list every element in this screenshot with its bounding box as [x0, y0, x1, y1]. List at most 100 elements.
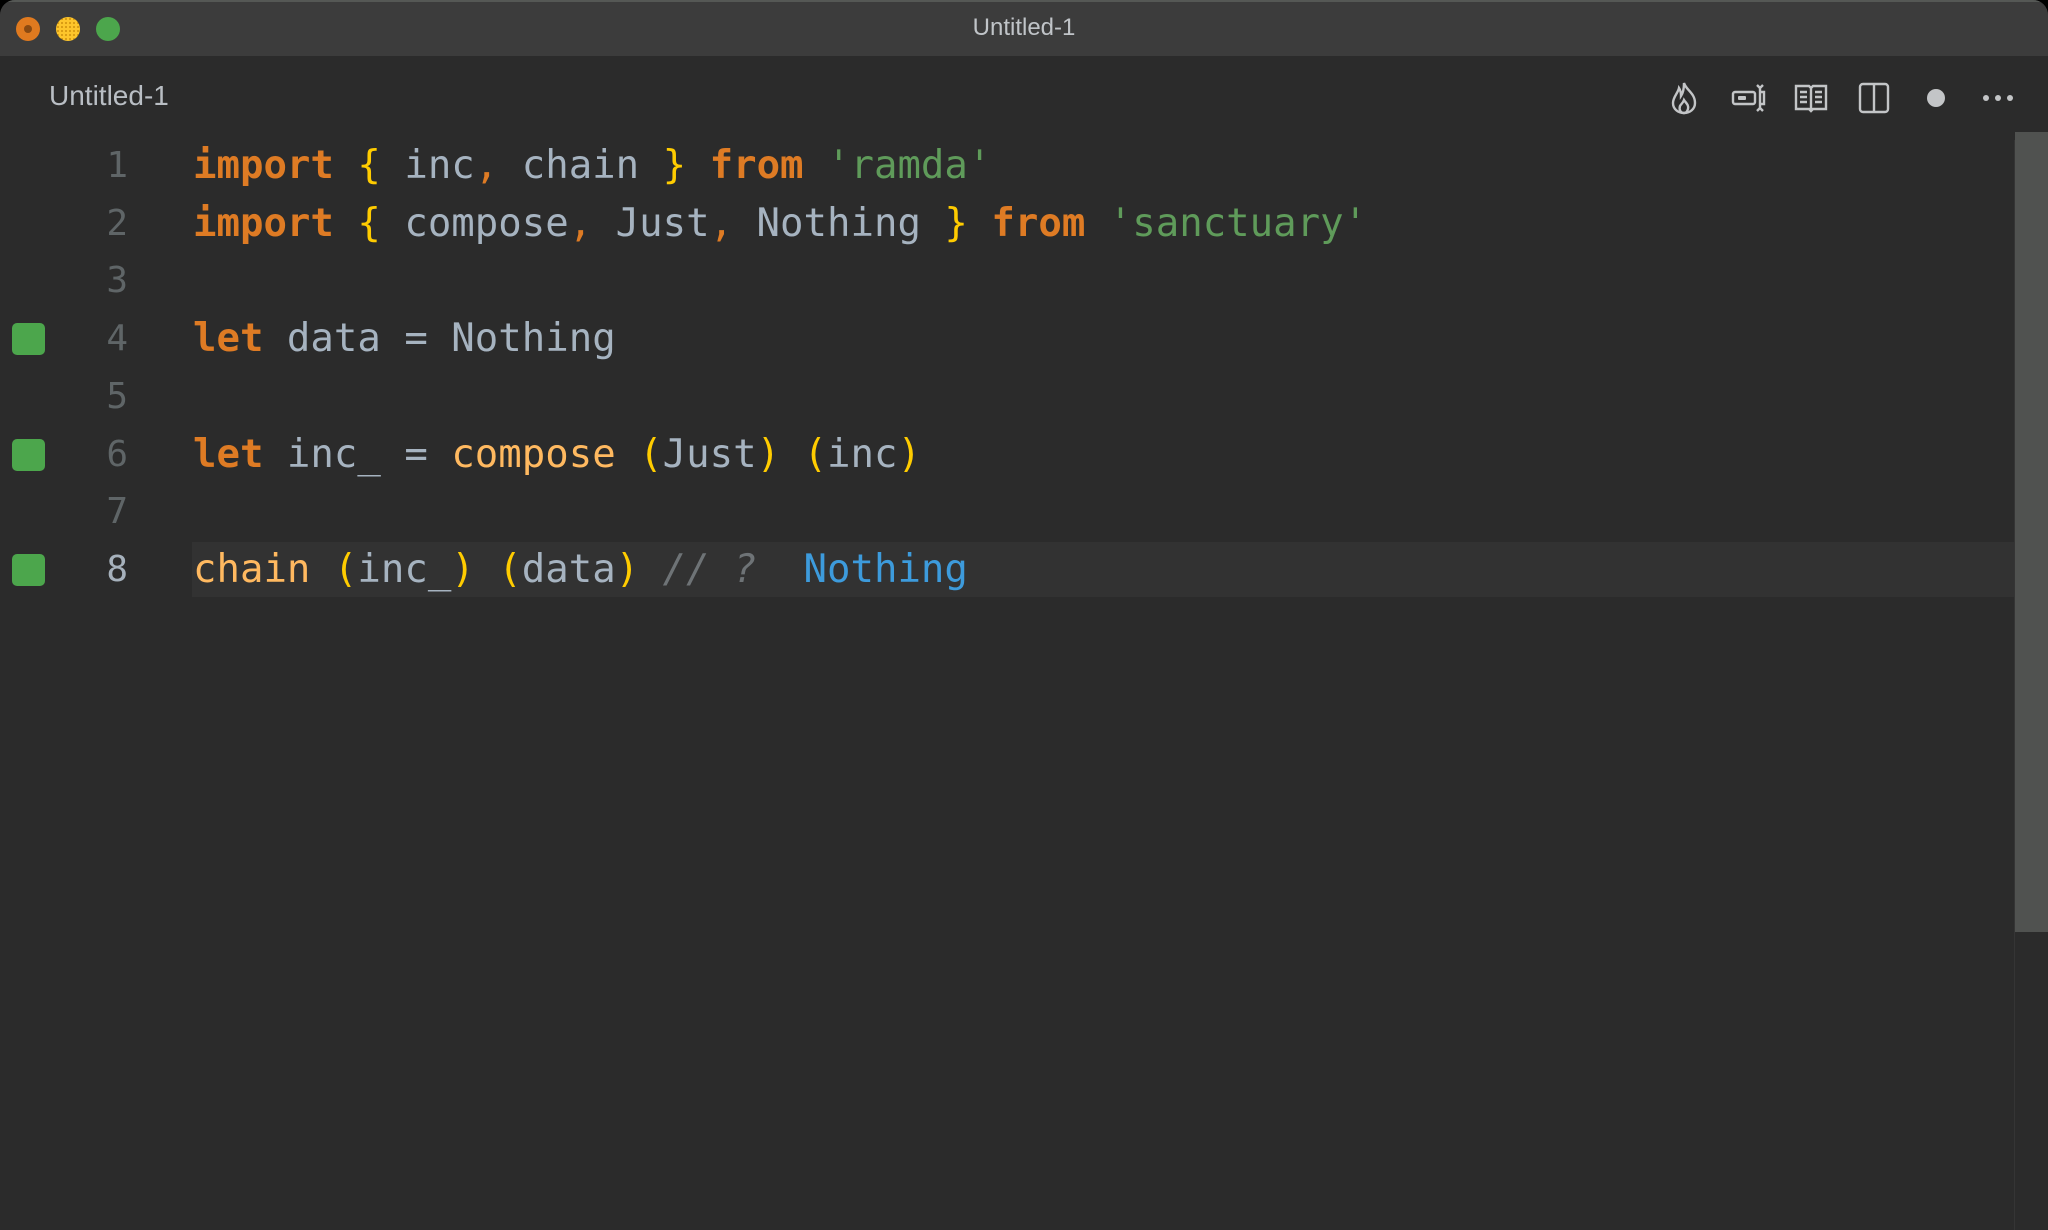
identifier-token: Nothing [427, 316, 616, 362]
code-text[interactable]: let data = Nothing [193, 311, 616, 366]
code-line-content[interactable]: chain (inc_) (data) // ? Nothing [192, 541, 2014, 597]
code-line-content[interactable]: let data = Nothing [192, 311, 2014, 366]
code-line-content[interactable] [192, 484, 2014, 539]
bracket-token: ( [639, 431, 663, 477]
vertical-scrollbar[interactable] [2014, 132, 2048, 1230]
code-line-content[interactable] [192, 369, 2014, 424]
identifier-token [616, 432, 639, 477]
operator-token: = [404, 316, 428, 362]
line-number: 6 [106, 433, 128, 475]
keyword-token: import [193, 200, 334, 246]
open-book-icon[interactable] [1791, 78, 1831, 118]
code-line[interactable]: 6 let inc_ = compose (Just) (inc) [0, 426, 2014, 484]
code-text[interactable]: let inc_ = compose (Just) (inc) [193, 427, 921, 482]
identifier-token [475, 547, 498, 592]
operator-token: = [404, 431, 428, 477]
line-number: 1 [106, 145, 128, 186]
line-number: 2 [106, 202, 128, 244]
function-token: compose [451, 431, 616, 477]
keyword-token: from [709, 143, 804, 188]
line-number: 8 [106, 548, 128, 590]
bracket-token: } [944, 200, 968, 246]
coverage-marker-icon[interactable] [12, 438, 45, 471]
bracket-token: { [357, 200, 381, 246]
identifier-token [334, 143, 357, 188]
bracket-token: ) [897, 431, 921, 477]
line-number: 4 [106, 318, 128, 360]
bracket-token: ) [451, 546, 475, 592]
text-cursor-box-icon[interactable] [1728, 78, 1768, 118]
code-text[interactable]: import { compose, Just, Nothing } from '… [193, 196, 1367, 251]
identifier-token [804, 143, 827, 188]
code-line[interactable]: 5 [0, 368, 2014, 426]
identifier-token [639, 547, 662, 592]
identifier-token [686, 143, 709, 188]
identifier-token [428, 432, 451, 477]
identifier-token: inc [380, 143, 475, 188]
code-line[interactable]: 7 [0, 483, 2014, 541]
identifier-token [968, 201, 991, 246]
bracket-token: ) [756, 431, 781, 477]
unsaved-dot-icon[interactable] [1916, 78, 1956, 118]
identifier-token: inc [827, 431, 898, 477]
code-line[interactable]: 8 chain (inc_) (data) // ? Nothing [0, 541, 2014, 599]
bracket-token: ) [615, 546, 640, 592]
identifier-token: Just [592, 200, 710, 246]
keyword-token: let [193, 431, 264, 477]
split-editor-icon[interactable] [1854, 78, 1894, 118]
code-line[interactable]: 2 import { compose, Just, Nothing } from … [0, 195, 2014, 253]
punctuation-token: , [568, 200, 593, 246]
identifier-token: inc_ [357, 546, 452, 592]
code-line[interactable]: 1 import { inc, chain } from 'ramda' [0, 137, 2014, 195]
identifier-token: chain [498, 143, 663, 188]
keyword-token: from [991, 200, 1086, 246]
bracket-token: { [357, 143, 381, 188]
window-title: Untitled-1 [972, 14, 1076, 41]
identifier-token [334, 201, 357, 246]
code-line-content[interactable]: let inc_ = compose (Just) (inc) [192, 427, 2014, 482]
tab-untitled-1[interactable]: Untitled-1 [49, 80, 169, 112]
identifier-token [757, 547, 804, 592]
punctuation-token: , [474, 143, 499, 188]
bracket-token: ( [498, 546, 522, 592]
identifier-token [310, 547, 333, 592]
tab-bar: Untitled-1 [0, 56, 2048, 140]
code-line-content[interactable] [192, 253, 2014, 308]
string-token: 'ramda' [827, 143, 992, 188]
more-actions-icon[interactable] [1978, 78, 2018, 118]
inline-value-result: Nothing [803, 546, 968, 592]
keyword-token: import [193, 143, 334, 188]
identifier-token: data [263, 316, 405, 362]
code-text[interactable]: import { inc, chain } from 'ramda' [193, 138, 991, 193]
identifier-token [1085, 201, 1108, 246]
code-text[interactable]: chain (inc_) (data) // ? Nothing [193, 542, 968, 597]
code-line[interactable]: 3 [0, 252, 2014, 310]
line-number: 5 [106, 375, 128, 417]
bracket-token: ( [803, 431, 828, 477]
scrollbar-thumb[interactable] [2015, 132, 2048, 932]
line-number: 7 [106, 491, 128, 533]
flame-icon[interactable] [1664, 78, 1704, 118]
title-bar: Untitled-1 [0, 0, 2048, 56]
line-number: 3 [106, 260, 128, 302]
keyword-token: let [193, 316, 264, 362]
punctuation-token: , [709, 200, 734, 246]
code-line-content[interactable]: import { inc, chain } from 'ramda' [192, 138, 2014, 193]
coverage-marker-icon[interactable] [12, 323, 45, 356]
editor-window: Untitled-1 Untitled-1 1 import { inc, ch… [0, 0, 2048, 1230]
code-line-content[interactable]: import { compose, Just, Nothing } from '… [192, 196, 2014, 251]
identifier-token: Nothing [733, 200, 945, 246]
identifier-token: compose [380, 200, 569, 246]
identifier-token [780, 432, 803, 477]
coverage-marker-icon[interactable] [12, 553, 45, 586]
identifier-token: Just [662, 431, 757, 477]
function-token: chain [193, 546, 311, 592]
bracket-token: ( [333, 546, 358, 592]
comment-token: // ? [662, 546, 757, 592]
identifier-token: data [521, 546, 616, 592]
identifier-token: inc_ [263, 431, 405, 477]
code-editor[interactable]: 1 import { inc, chain } from 'ramda' 2 impo… [0, 137, 2014, 1230]
code-line[interactable]: 4 let data = Nothing [0, 310, 2014, 368]
bracket-token: } [662, 143, 687, 188]
string-token: 'sanctuary' [1108, 200, 1368, 246]
